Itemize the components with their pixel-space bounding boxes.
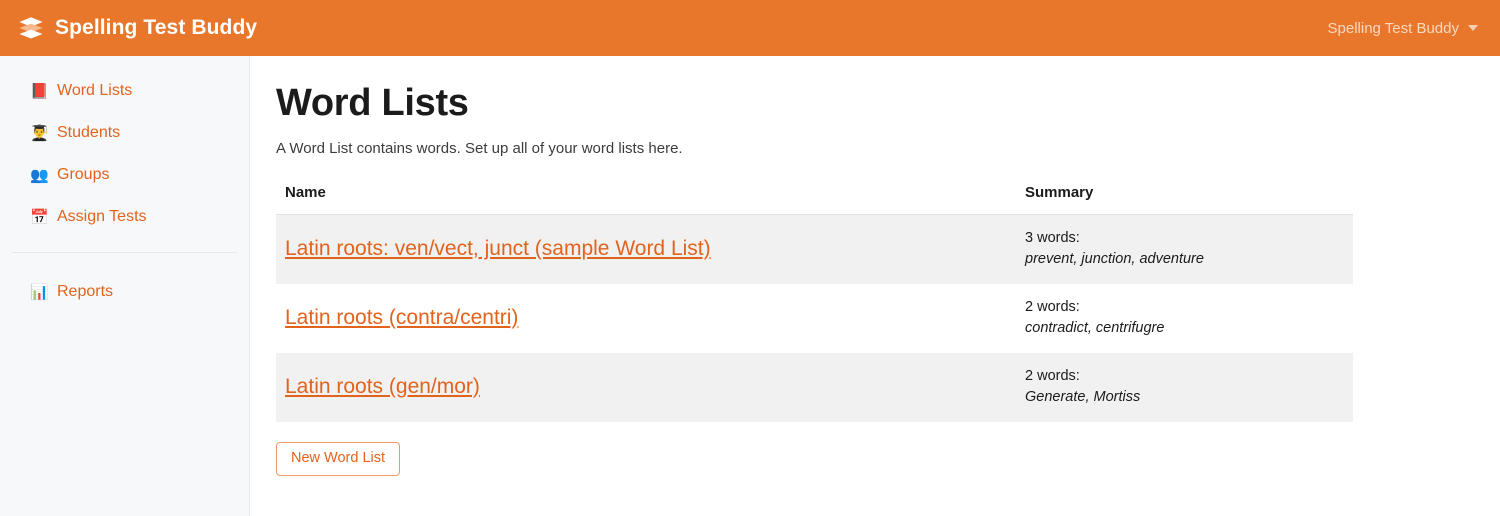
column-header-summary: Summary bbox=[1016, 183, 1353, 215]
sidebar-item-label: Reports bbox=[57, 283, 114, 300]
sidebar-item-label: Students bbox=[57, 124, 121, 141]
sidebar-item-groups[interactable]: 👥 Groups bbox=[0, 154, 249, 196]
sidebar-item-reports[interactable]: 📊 Reports bbox=[0, 271, 249, 313]
word-list-link[interactable]: Latin roots (contra/centri) bbox=[285, 306, 518, 329]
chevron-down-icon bbox=[1468, 25, 1478, 31]
table-row: Latin roots (gen/mor) 2 words: Generate,… bbox=[276, 352, 1353, 422]
table-body: Latin roots: ven/vect, junct (sample Wor… bbox=[276, 214, 1353, 422]
cell-name: Latin roots (contra/centri) bbox=[276, 284, 1016, 353]
app-header: Spelling Test Buddy Spelling Test Buddy bbox=[0, 0, 1500, 56]
cell-name: Latin roots: ven/vect, junct (sample Wor… bbox=[276, 214, 1016, 284]
bar-chart-icon: 📊 bbox=[30, 282, 49, 301]
sidebar-item-word-lists[interactable]: 📕 Word Lists bbox=[0, 70, 249, 112]
cell-summary: 3 words: prevent, junction, adventure bbox=[1016, 214, 1353, 284]
account-menu[interactable]: Spelling Test Buddy bbox=[1328, 20, 1478, 37]
summary-word-count: 3 words: bbox=[1025, 229, 1080, 246]
busts-in-silhouette-icon: 👥 bbox=[30, 165, 49, 184]
word-list-link[interactable]: Latin roots: ven/vect, junct (sample Wor… bbox=[285, 237, 711, 260]
cell-summary: 2 words: contradict, centrifugre bbox=[1016, 284, 1353, 353]
main-content: Word Lists A Word List contains words. S… bbox=[251, 56, 1500, 516]
table-row: Latin roots: ven/vect, junct (sample Wor… bbox=[276, 214, 1353, 284]
summary-word-preview: contradict, centrifugre bbox=[1025, 319, 1165, 336]
summary-word-count: 2 words: bbox=[1025, 298, 1080, 315]
new-word-list-button[interactable]: New Word List bbox=[276, 441, 401, 477]
calendar-icon: 📅 bbox=[30, 207, 49, 226]
page-subtitle: A Word List contains words. Set up all o… bbox=[276, 139, 683, 157]
table-row: Latin roots (contra/centri) 2 words: con… bbox=[276, 284, 1353, 353]
cell-name: Latin roots (gen/mor) bbox=[276, 352, 1016, 422]
word-lists-table: Name Summary Latin roots: ven/vect, junc… bbox=[276, 183, 1353, 422]
cell-summary: 2 words: Generate, Mortiss bbox=[1016, 352, 1353, 422]
word-list-link[interactable]: Latin roots (gen/mor) bbox=[285, 375, 480, 398]
graduate-student-icon: 👨‍🎓 bbox=[30, 123, 49, 142]
layers-stack-icon bbox=[19, 17, 43, 39]
sidebar: 📕 Word Lists 👨‍🎓 Students 👥 Groups 📅 Ass… bbox=[0, 56, 250, 516]
sidebar-item-assign-tests[interactable]: 📅 Assign Tests bbox=[0, 196, 249, 238]
brand[interactable]: Spelling Test Buddy bbox=[18, 0, 257, 56]
brand-title: Spelling Test Buddy bbox=[55, 16, 258, 39]
account-menu-label: Spelling Test Buddy bbox=[1327, 19, 1459, 37]
sidebar-item-label: Groups bbox=[57, 166, 110, 183]
sidebar-item-label: Word Lists bbox=[57, 82, 133, 99]
column-header-name: Name bbox=[276, 183, 1016, 215]
table-head: Name Summary bbox=[276, 183, 1353, 215]
closed-book-icon: 📕 bbox=[30, 81, 49, 100]
table-header-row: Name Summary bbox=[276, 183, 1353, 215]
page-title: Word Lists bbox=[276, 82, 469, 124]
summary-word-preview: Generate, Mortiss bbox=[1025, 388, 1141, 405]
summary-word-preview: prevent, junction, adventure bbox=[1025, 250, 1204, 267]
sidebar-item-students[interactable]: 👨‍🎓 Students bbox=[0, 112, 249, 154]
summary-word-count: 2 words: bbox=[1025, 367, 1080, 384]
sidebar-divider bbox=[12, 252, 237, 253]
sidebar-item-label: Assign Tests bbox=[57, 208, 147, 225]
